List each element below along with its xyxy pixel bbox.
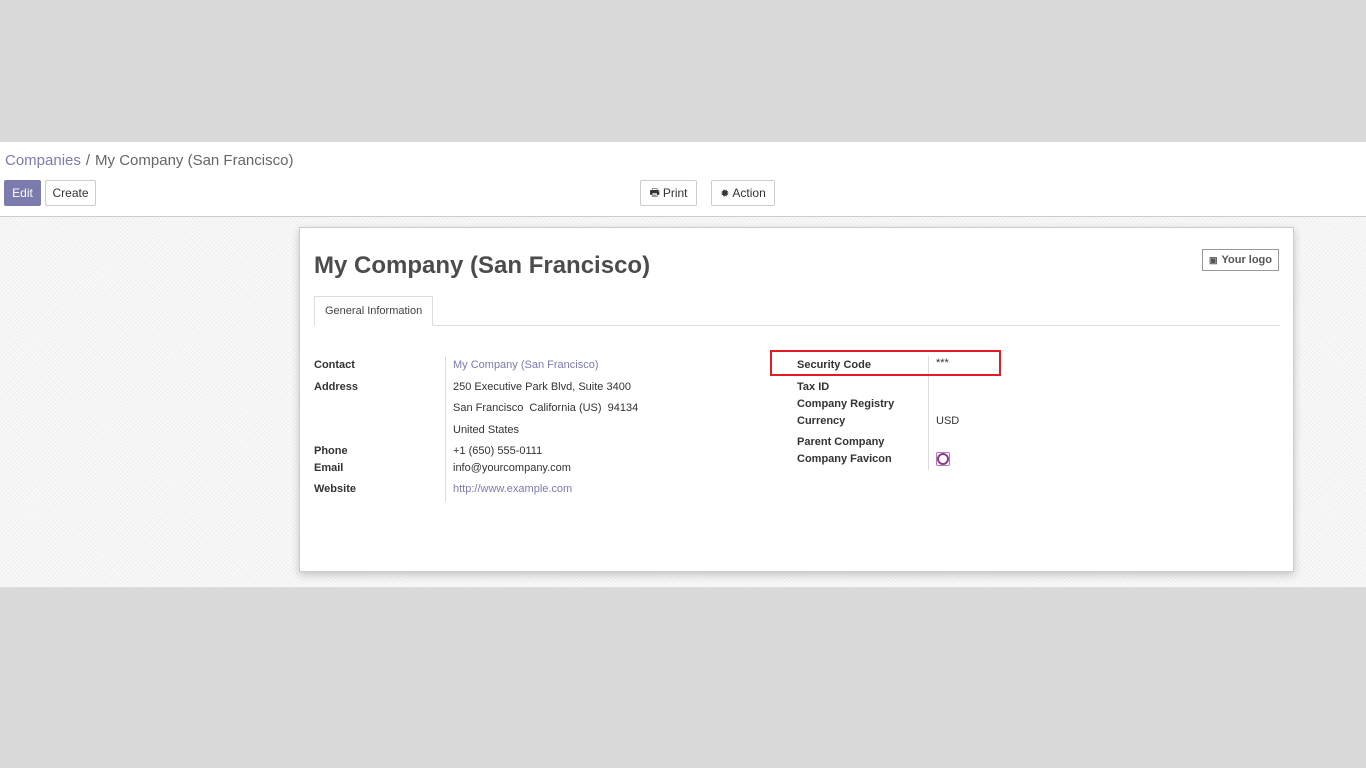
parent-company-label: Parent Company (797, 436, 885, 448)
breadcrumb: Companies / My Company (San Francisco) (5, 152, 293, 169)
tab-general-information[interactable]: General Information (314, 296, 434, 326)
control-panel: Companies / My Company (San Francisco) Edi… (0, 142, 1366, 217)
contact-label: Contact (314, 359, 355, 371)
form-sheet: My Company (San Francisco) ▣ Your logo Ge… (299, 227, 1294, 572)
contact-link[interactable]: My Company (San Francisco) (453, 359, 599, 371)
form-view: Companies / My Company (San Francisco) Edi… (0, 142, 1366, 588)
email-label: Email (314, 462, 344, 474)
address-country: United States (453, 424, 520, 436)
address-city-state-zip: San Francisco California (US) 94134 (453, 402, 639, 414)
your-logo-label: Your logo (1221, 254, 1272, 266)
action-button[interactable]: ✹ Action (711, 180, 775, 206)
left-group-separator (445, 356, 446, 502)
currency-label: Currency (797, 415, 846, 427)
action-button-label: Action (732, 186, 766, 200)
email-value: info@yourcompany.com (453, 462, 571, 474)
print-button-label: Print (662, 186, 688, 200)
address-street: 250 Executive Park Blvd, Suite 3400 (453, 381, 631, 393)
website-label: Website (314, 483, 356, 495)
currency-value: USD (936, 415, 960, 427)
edit-button[interactable]: Edit (4, 180, 41, 206)
print-button[interactable]: 🖶 Print (640, 180, 697, 206)
create-button[interactable]: Create (45, 180, 96, 206)
tab-general-information-label: General Information (325, 305, 423, 317)
odoo-favicon-icon[interactable] (936, 452, 950, 466)
breadcrumb-companies-link[interactable]: Companies (5, 152, 81, 169)
breadcrumb-separator: / (85, 152, 91, 169)
gear-icon: ✹ (720, 187, 730, 200)
favicon-ring (937, 453, 949, 465)
website-link[interactable]: http://www.example.com (453, 483, 572, 495)
notebook-tabs: General Information (314, 296, 1280, 326)
address-label: Address (314, 381, 359, 393)
phone-label: Phone (314, 445, 348, 457)
camera-icon: ▣ (1208, 254, 1218, 265)
company-registry-label: Company Registry (797, 398, 895, 410)
company-name-title: My Company (San Francisco) (314, 252, 651, 279)
printer-icon: 🖶 (649, 186, 660, 199)
breadcrumb-current: My Company (San Francisco) (95, 152, 294, 169)
phone-value: +1 (650) 555-0111 (453, 445, 543, 457)
tax-id-label: Tax ID (797, 381, 830, 393)
security-code-highlight-box (770, 350, 1001, 376)
edit-button-label: Edit (12, 186, 33, 200)
your-logo-button[interactable]: ▣ Your logo (1201, 249, 1279, 271)
form-sheet-background: My Company (San Francisco) ▣ Your logo Ge… (0, 217, 1366, 588)
create-button-label: Create (52, 186, 89, 200)
company-favicon-label: Company Favicon (797, 453, 892, 465)
